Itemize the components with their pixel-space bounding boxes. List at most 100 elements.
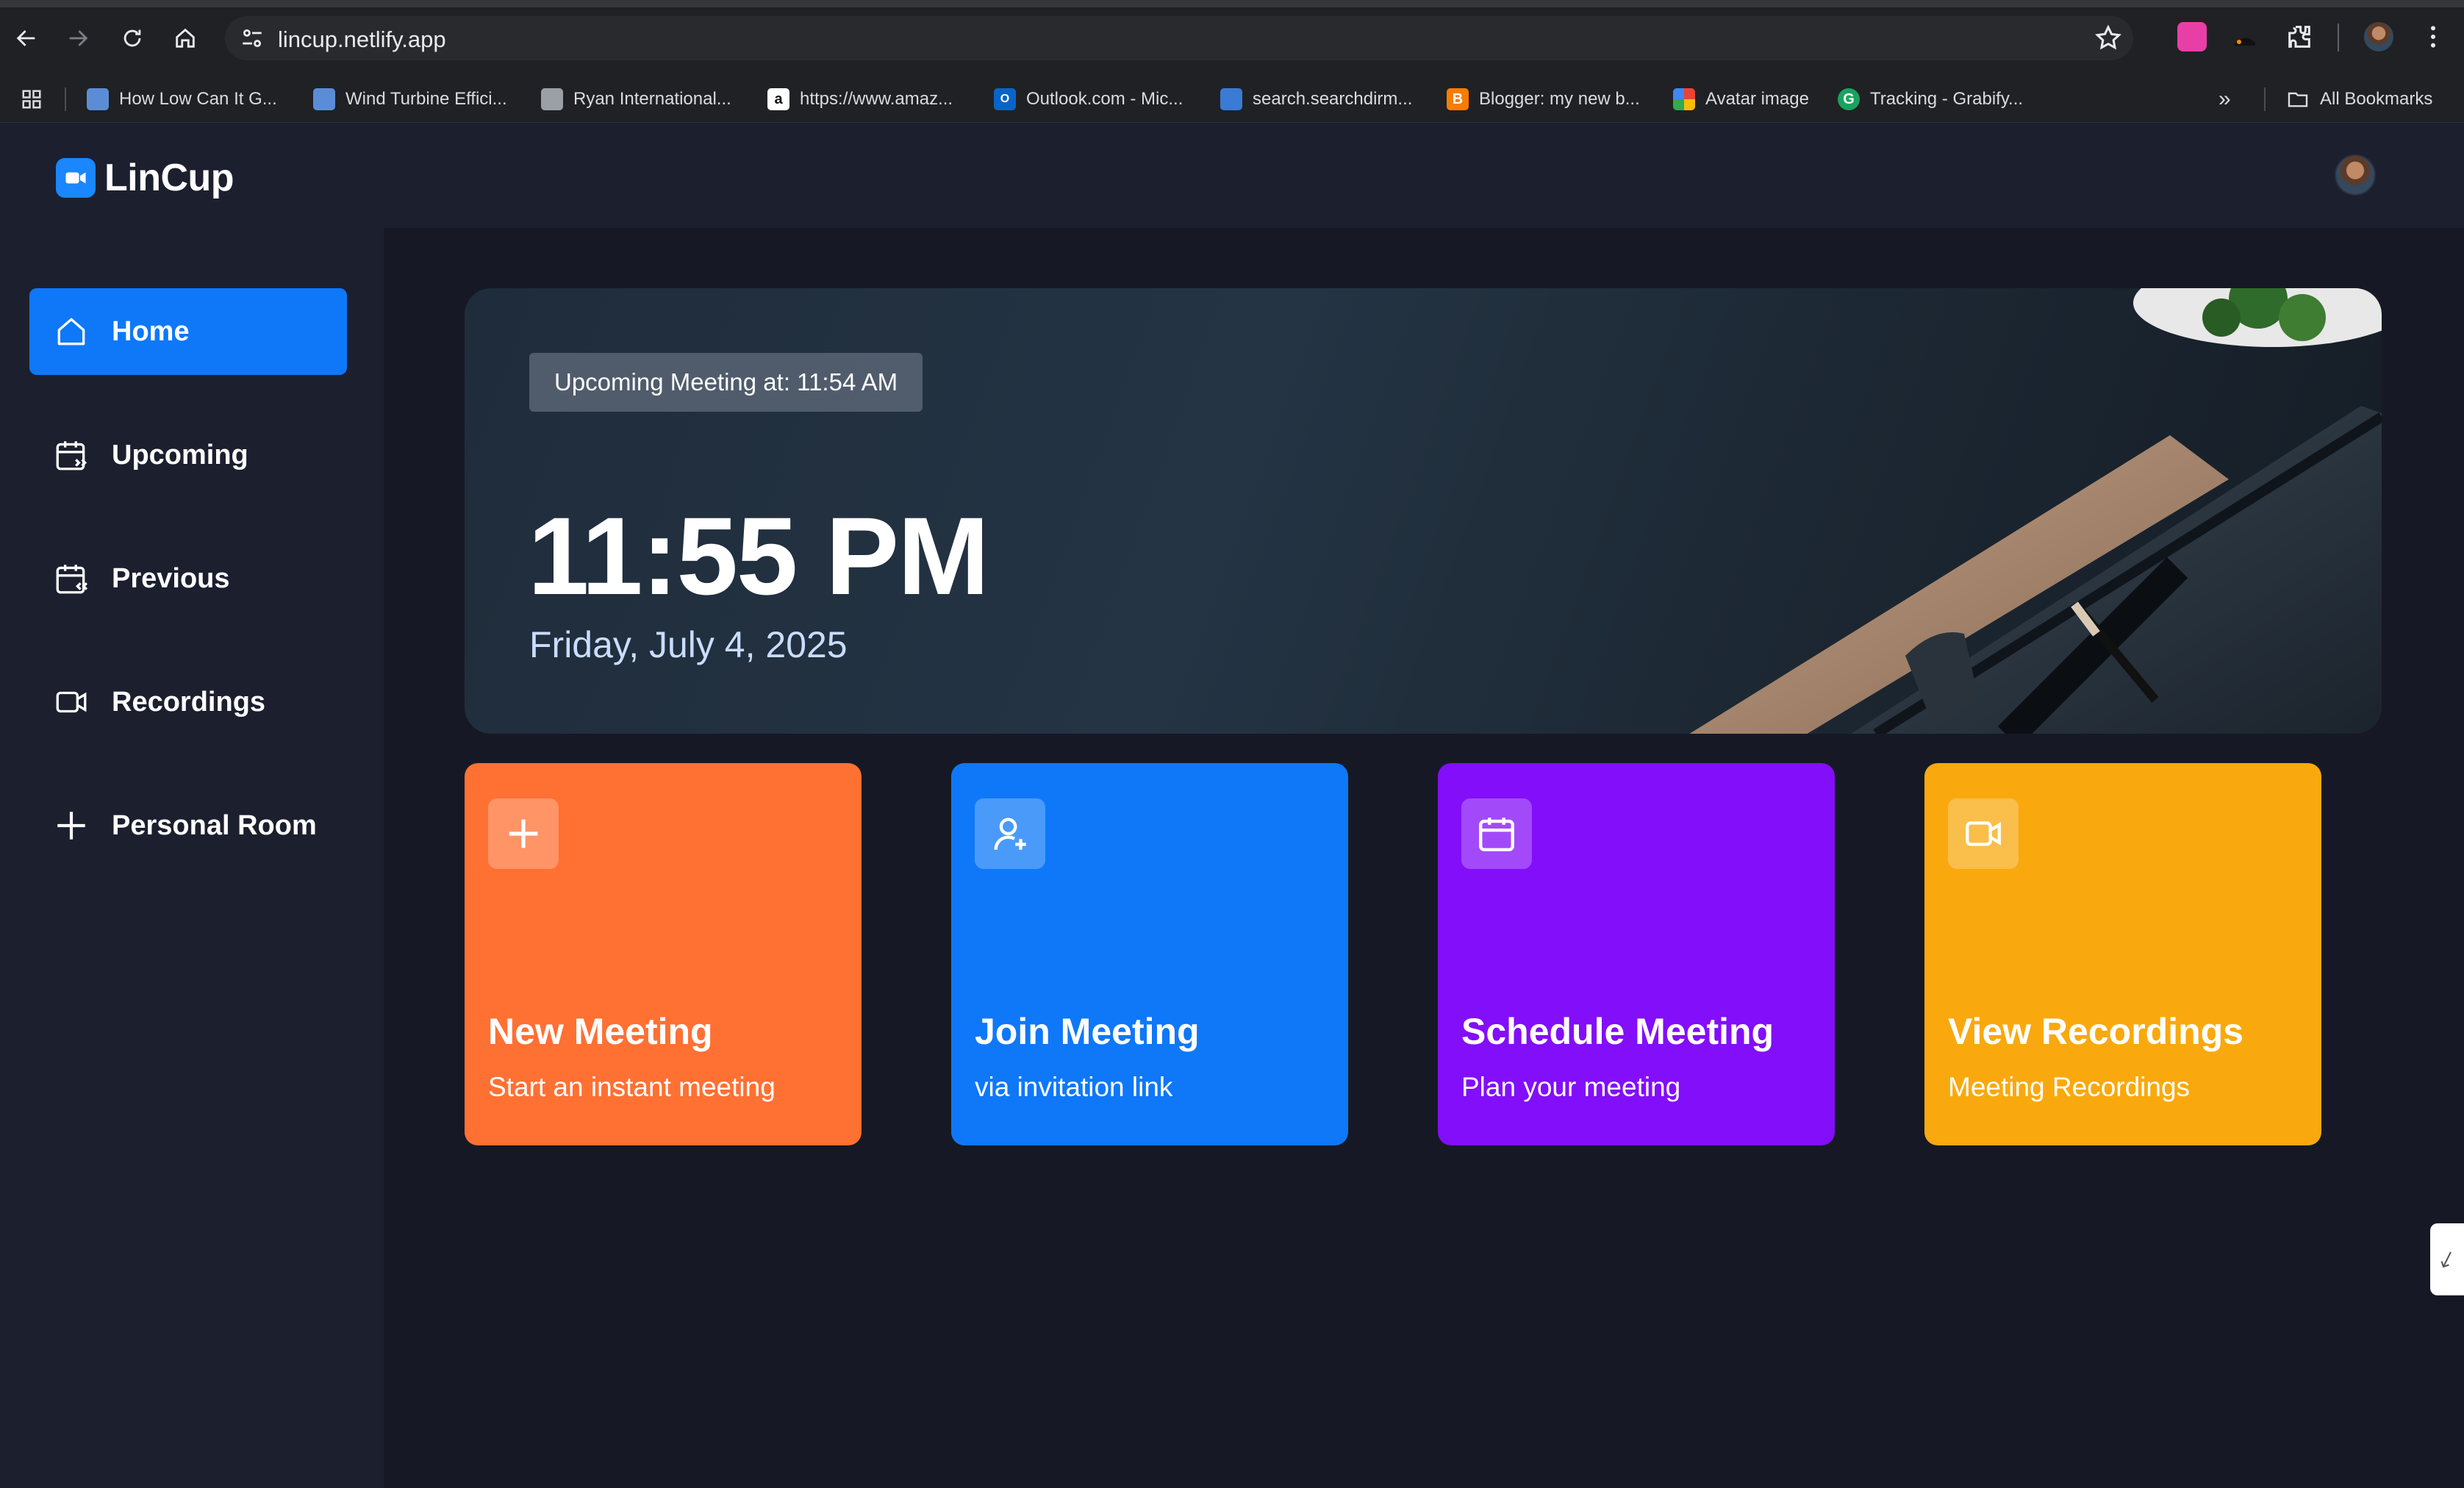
puzzle-icon (2288, 26, 2310, 48)
current-time: 11:55 PM (528, 494, 989, 618)
bookmark-item[interactable]: Ryan International... (541, 85, 731, 114)
amazon-icon: a (767, 88, 789, 110)
hero-banner: Upcoming Meeting at: 11:54 AM 11:55 PM F… (465, 288, 2382, 734)
calendar-back-icon (56, 565, 88, 594)
video-icon (1948, 798, 2019, 869)
bookmark-label: Outlook.com - Mic... (1026, 89, 1183, 109)
pinwheel-icon (1673, 88, 1695, 110)
home-icon (176, 28, 195, 48)
bookmark-item[interactable]: search.searchdirm... (1220, 85, 1412, 114)
sidebar-item-label: Upcoming (112, 439, 248, 471)
bookmarks-divider (65, 87, 66, 111)
bookmark-label: Tracking - Grabify... (1870, 89, 2024, 109)
reload-button[interactable] (113, 19, 151, 57)
more-bookmarks-chevron-icon[interactable]: » (2218, 85, 2231, 114)
card-subtitle: Meeting Recordings (1948, 1072, 2191, 1102)
sidebar-item-recordings[interactable]: Recordings (29, 659, 347, 745)
blogger-icon: B (1447, 88, 1469, 110)
bookmark-star-icon[interactable] (2094, 24, 2123, 53)
reload-icon (123, 29, 141, 47)
card-subtitle: Plan your meeting (1461, 1072, 1681, 1102)
bookmark-item[interactable]: How Low Can It G... (87, 85, 277, 114)
kebab-menu-icon (2431, 26, 2435, 48)
site-settings-icon[interactable] (240, 26, 265, 51)
sidebar: Home Upcoming Previous Recordings Person… (0, 228, 384, 1488)
card-subtitle: via invitation link (975, 1072, 1173, 1102)
grabify-icon: G (1838, 88, 1860, 110)
bookmarks-divider (2264, 87, 2266, 111)
card-subtitle: Start an instant meeting (488, 1072, 776, 1102)
folder-icon (2288, 92, 2308, 107)
bookmark-label: How Low Can It G... (119, 89, 277, 109)
floating-side-tab[interactable] (2430, 1223, 2464, 1295)
sidebar-item-label: Personal Room (112, 809, 317, 841)
page-icon (313, 88, 335, 110)
home-icon (57, 318, 85, 346)
bookmark-label: Wind Turbine Effici... (345, 89, 507, 109)
extension-glyph-icon (2235, 37, 2255, 46)
bookmark-item[interactable]: O Outlook.com - Mic... (994, 85, 1183, 114)
expand-arrows-icon (2440, 1251, 2452, 1268)
bookmark-label: Blogger: my new b... (1479, 89, 1640, 109)
video-camera-logo-icon (56, 158, 96, 198)
bookmark-label: search.searchdirm... (1253, 89, 1413, 109)
sidebar-item-upcoming[interactable]: Upcoming (29, 412, 347, 498)
app-logo[interactable]: LinCup (56, 156, 234, 200)
sidebar-item-home[interactable]: Home (29, 288, 347, 375)
all-bookmarks-button[interactable]: All Bookmarks (2286, 85, 2432, 114)
doc-icon (541, 88, 563, 110)
plus-icon (57, 812, 85, 840)
back-button[interactable] (7, 19, 46, 57)
bookmarks-bar: How Low Can It G... Wind Turbine Effici.… (0, 76, 2464, 123)
all-bookmarks-label: All Bookmarks (2320, 89, 2433, 109)
browser-toolbar: lincup.netlify.app (0, 0, 2464, 76)
url-text[interactable]: lincup.netlify.app (278, 26, 446, 53)
bookmark-item[interactable]: Wind Turbine Effici... (313, 85, 507, 114)
bookmark-label: Avatar image (1705, 89, 1809, 109)
home-button[interactable] (166, 19, 204, 57)
card-title: Schedule Meeting (1461, 1011, 1774, 1052)
bookmark-item[interactable]: G Tracking - Grabify... (1838, 85, 2023, 114)
extensions-button[interactable] (2285, 22, 2314, 51)
video-icon (56, 691, 87, 713)
bookmark-label: Ryan International... (573, 89, 731, 109)
desk-scene-image (1689, 288, 2382, 734)
extension-pink-icon[interactable] (2177, 22, 2207, 51)
view-recordings-card[interactable]: View Recordings Meeting Recordings (1924, 763, 2321, 1145)
plus-icon (488, 798, 559, 869)
user-plus-icon (975, 798, 1045, 869)
profile-avatar[interactable] (2364, 22, 2393, 51)
bookmark-item[interactable]: a https://www.amaz... (767, 85, 953, 114)
search-page-icon (1220, 88, 1242, 110)
card-title: Join Meeting (975, 1011, 1200, 1052)
user-avatar[interactable] (2335, 154, 2376, 196)
bookmark-item[interactable]: Avatar image (1673, 85, 1809, 114)
apps-grid-icon[interactable] (21, 88, 43, 110)
calendar-forward-icon (56, 441, 87, 471)
extension-dark-icon[interactable] (2230, 22, 2260, 51)
bookmark-label: https://www.amaz... (800, 89, 953, 109)
sidebar-item-label: Home (112, 315, 190, 347)
sidebar-item-label: Recordings (112, 686, 266, 718)
calendar-icon (1461, 798, 1532, 869)
arrow-right-icon (69, 30, 88, 46)
card-title: New Meeting (488, 1011, 713, 1052)
join-meeting-card[interactable]: Join Meeting via invitation link (951, 763, 1348, 1145)
toolbar-divider (2338, 24, 2339, 51)
card-title: View Recordings (1948, 1011, 2243, 1052)
outlook-icon: O (994, 88, 1016, 110)
sidebar-item-label: Previous (112, 562, 230, 594)
sidebar-item-personal-room[interactable]: Personal Room (29, 782, 347, 869)
current-date: Friday, July 4, 2025 (529, 624, 848, 665)
sidebar-item-previous[interactable]: Previous (29, 535, 347, 622)
schedule-meeting-card[interactable]: Schedule Meeting Plan your meeting (1438, 763, 1835, 1145)
forward-button[interactable] (59, 19, 97, 57)
upcoming-meeting-badge: Upcoming Meeting at: 11:54 AM (529, 353, 923, 412)
new-meeting-card[interactable]: New Meeting Start an instant meeting (465, 763, 862, 1145)
page-icon (87, 88, 109, 110)
browser-menu-button[interactable] (2418, 22, 2448, 51)
arrow-left-icon (16, 30, 35, 46)
address-bar[interactable]: lincup.netlify.app (225, 16, 2133, 60)
bookmark-item[interactable]: B Blogger: my new b... (1447, 85, 1640, 114)
app-name: LinCup (104, 157, 234, 199)
